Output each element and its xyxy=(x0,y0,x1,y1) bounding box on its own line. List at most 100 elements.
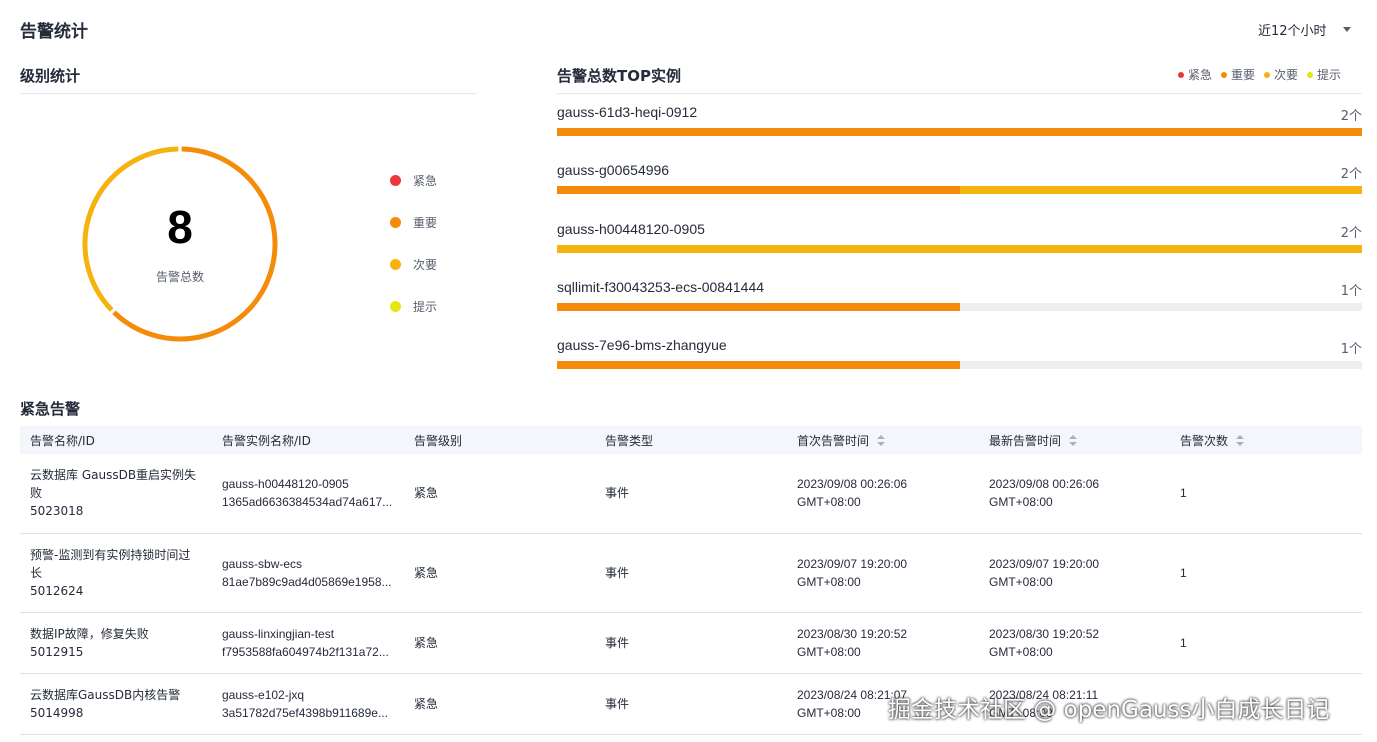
legend-item-info[interactable]: 提示 xyxy=(390,298,437,315)
instance-bar-segment[interactable] xyxy=(557,245,1362,253)
col-header-level-label: 告警级别 xyxy=(414,433,463,448)
cell-count: 1 xyxy=(1170,454,1362,534)
cell-instance: gauss-linxingjian-test f7953588fa604974b2… xyxy=(212,612,404,674)
alarm-name: 数据IP故障，修复失败 xyxy=(30,626,149,641)
cell-instance: gauss-h00448120-0905 1365ad6636384534ad74… xyxy=(212,454,404,534)
cell-first-time: 2023/09/08 00:26:06 GMT+08:00 xyxy=(787,454,979,534)
sort-icon[interactable] xyxy=(1069,435,1078,447)
top-instance-row[interactable]: gauss-7e96-bms-zhangyue 1个 xyxy=(557,337,1362,387)
legend-label-critical: 紧急 xyxy=(413,174,438,188)
sort-icon[interactable] xyxy=(877,435,886,447)
page-title: 告警统计 xyxy=(20,22,88,42)
sort-icon[interactable] xyxy=(1236,435,1245,447)
legend-item-critical[interactable]: 紧急 xyxy=(390,172,437,189)
legend-dot-critical xyxy=(390,175,401,186)
top-instances-divider xyxy=(557,93,1362,94)
top-legend-dot-info xyxy=(1307,71,1314,78)
legend-item-minor[interactable]: 次要 xyxy=(390,256,437,273)
instance-id: 3a51782d75ef4398b911689e... xyxy=(222,705,388,720)
top-instance-row[interactable]: gauss-h00448120-0905 2个 xyxy=(557,221,1362,271)
instance-name: gauss-g00654996 xyxy=(557,162,670,178)
level-stats-title: 级别统计 xyxy=(20,67,81,85)
table-row[interactable]: 预警-监测到有实例持锁时间过长 5012624 gauss-sbw-ecs 81ae… xyxy=(20,533,1362,613)
instance-name: gauss-61d3-heqi-0912 xyxy=(557,104,698,120)
top-legend-dot-critical xyxy=(1178,71,1184,78)
legend-item-major[interactable]: 重要 xyxy=(390,214,437,231)
cell-level: 紧急 xyxy=(404,533,595,613)
instance-bar-segment[interactable] xyxy=(959,186,1362,194)
top-legend-dot-major xyxy=(1221,71,1228,78)
top-legend-info[interactable]: 提示 xyxy=(1307,66,1341,83)
instance-bar-track xyxy=(557,303,1362,311)
instance-name: gauss-h00448120-0905 xyxy=(557,221,705,237)
col-header-instance-label: 告警实例名称/ID xyxy=(222,433,311,448)
top-legend-major[interactable]: 重要 xyxy=(1221,66,1255,83)
col-header-count[interactable]: 告警次数 xyxy=(1170,426,1362,454)
top-legend-minor[interactable]: 次要 xyxy=(1264,66,1298,83)
col-header-first-time[interactable]: 首次告警时间 xyxy=(787,426,979,454)
instance-name: gauss-7e96-bms-zhangyue xyxy=(557,337,727,353)
legend-label-minor: 次要 xyxy=(413,258,438,272)
cell-instance: gauss-e102-jxq 3a51782d75ef4398b911689e..… xyxy=(212,673,404,735)
instance-alarm-count: 1个 xyxy=(1340,284,1362,299)
col-header-instance: 告警实例名称/ID xyxy=(212,426,404,454)
instance-alarm-count: 2个 xyxy=(1340,109,1362,124)
instance-name-link[interactable]: gauss-h00448120-0905 xyxy=(222,475,394,493)
cell-level: 紧急 xyxy=(404,673,595,735)
instance-bar-segment[interactable] xyxy=(557,361,960,369)
top-instances-title: 告警总数TOP实例 xyxy=(557,67,681,85)
instance-bar-track xyxy=(557,186,1362,194)
table-row[interactable]: 数据IP故障，修复失败 5012915 gauss-linxingjian-tes… xyxy=(20,612,1362,674)
instance-bar-segment[interactable] xyxy=(557,303,960,311)
top-instance-row[interactable]: gauss-61d3-heqi-0912 2个 xyxy=(557,104,1362,154)
cell-latest-time: 2023/09/08 00:26:06 GMT+08:00 xyxy=(979,454,1170,534)
cell-first-time: 2023/09/07 19:20:00 GMT+08:00 xyxy=(787,533,979,613)
total-alarm-label: 告警总数 xyxy=(155,270,204,284)
cell-type: 事件 xyxy=(595,454,787,534)
cell-latest-time: 2023/08/30 19:20:52 GMT+08:00 xyxy=(979,612,1170,674)
instance-name-link[interactable]: gauss-e102-jxq xyxy=(222,686,394,704)
instance-alarm-count: 2个 xyxy=(1340,167,1362,182)
cell-instance: gauss-sbw-ecs 81ae7b89c9ad4d05869e1958... xyxy=(212,533,404,613)
instance-name-link[interactable]: gauss-sbw-ecs xyxy=(222,555,394,573)
instance-bar-segment[interactable] xyxy=(557,186,960,194)
instance-id: f7953588fa604974b2f131a72... xyxy=(222,644,389,659)
alarm-id: 5023018 xyxy=(30,504,84,519)
top-legend-label-minor: 次要 xyxy=(1274,68,1299,82)
top-legend-label-info: 提示 xyxy=(1317,68,1342,82)
cell-level: 紧急 xyxy=(404,612,595,674)
instance-bar-track xyxy=(557,361,1362,369)
col-header-latest-time-label: 最新告警时间 xyxy=(989,433,1062,448)
time-range-value: 近12个小时 xyxy=(1258,24,1327,39)
top-legend: 紧急 重要 次要 提示 xyxy=(1178,66,1341,83)
cell-latest-time: 2023/09/07 19:20:00 GMT+08:00 xyxy=(979,533,1170,613)
instance-alarm-count: 2个 xyxy=(1340,226,1362,241)
top-legend-label-major: 重要 xyxy=(1231,68,1256,82)
alarm-name: 云数据库GaussDB内核告警 xyxy=(30,687,181,702)
top-instance-row[interactable]: gauss-g00654996 2个 xyxy=(557,162,1362,212)
cell-alarm-name: 云数据库 GaussDB重启实例失败 5023018 xyxy=(20,454,212,534)
instance-id: 1365ad6636384534ad74a617... xyxy=(222,495,393,510)
cell-type: 事件 xyxy=(595,673,787,735)
col-header-name-label: 告警名称/ID xyxy=(30,433,95,448)
cell-first-time: 2023/08/30 19:20:52 GMT+08:00 xyxy=(787,612,979,674)
instance-alarm-count: 1个 xyxy=(1340,342,1362,357)
col-header-count-label: 告警次数 xyxy=(1180,433,1229,448)
top-legend-dot-minor xyxy=(1264,71,1271,78)
legend-dot-info xyxy=(390,301,401,312)
level-stats-divider xyxy=(20,93,477,94)
table-row[interactable]: 云数据库 GaussDB重启实例失败 5023018 gauss-h0044812… xyxy=(20,454,1362,534)
time-range-select[interactable]: 近12个小时 xyxy=(1258,20,1351,39)
alarm-id: 5014998 xyxy=(30,705,84,720)
col-header-type: 告警类型 xyxy=(595,426,787,454)
instance-bar-track xyxy=(557,245,1362,253)
urgent-alarms-title: 紧急告警 xyxy=(20,400,81,418)
instance-bar-segment[interactable] xyxy=(557,128,1362,136)
instance-name-link[interactable]: gauss-linxingjian-test xyxy=(222,625,394,643)
top-legend-critical[interactable]: 紧急 xyxy=(1178,66,1212,83)
cell-type: 事件 xyxy=(595,612,787,674)
alarm-name: 云数据库 GaussDB重启实例失败 xyxy=(30,468,197,501)
legend-label-info: 提示 xyxy=(413,300,438,314)
col-header-latest-time[interactable]: 最新告警时间 xyxy=(979,426,1170,454)
top-instance-row[interactable]: sqllimit-f30043253-ecs-00841444 1个 xyxy=(557,279,1362,329)
